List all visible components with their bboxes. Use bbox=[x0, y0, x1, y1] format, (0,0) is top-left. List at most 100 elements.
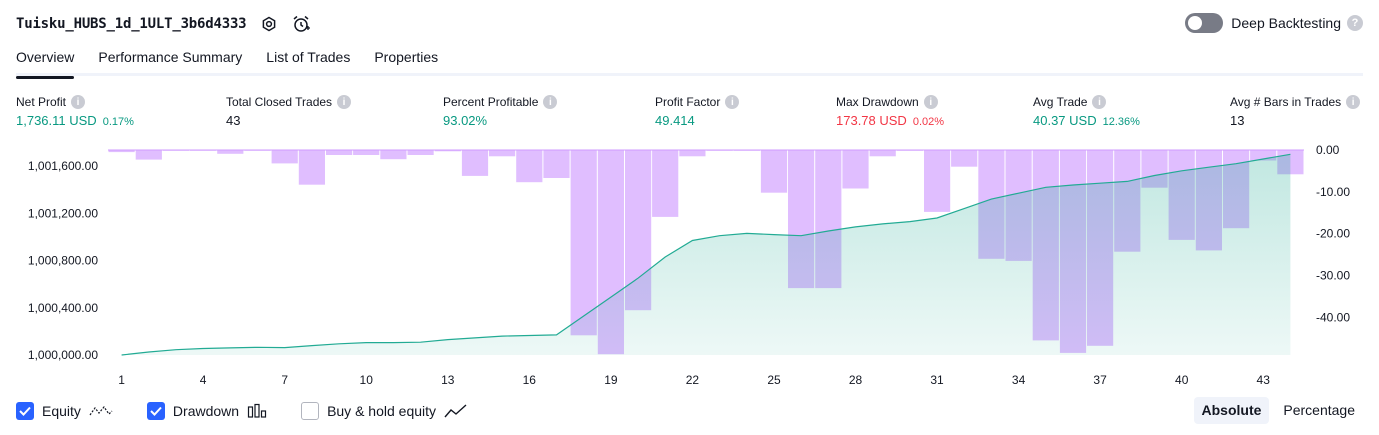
info-icon[interactable]: i bbox=[1092, 95, 1107, 109]
drawdown-bar bbox=[353, 150, 380, 155]
help-icon[interactable]: ? bbox=[1347, 15, 1363, 31]
metric-label: Total Closed Trades bbox=[226, 95, 333, 109]
info-icon[interactable]: i bbox=[543, 95, 558, 109]
legend-buy-hold[interactable]: Buy & hold equity bbox=[301, 402, 468, 420]
left-axis-tick: 1,000,800.00 bbox=[28, 254, 98, 268]
x-axis-tick: 16 bbox=[523, 373, 537, 387]
legend-equity[interactable]: Equity bbox=[16, 402, 113, 420]
metric-profit-factor: Profit Factor i 49.414 bbox=[655, 94, 740, 128]
x-axis-tick: 10 bbox=[360, 373, 374, 387]
metric-sub: 0.02% bbox=[912, 116, 945, 128]
checkbox-icon[interactable] bbox=[301, 402, 320, 420]
x-axis-tick: 37 bbox=[1093, 373, 1107, 387]
drawdown-bar bbox=[652, 150, 679, 217]
buy-hold-glyph-icon bbox=[444, 403, 468, 419]
tab-properties[interactable]: Properties bbox=[374, 46, 438, 76]
metric-sub: 12.36% bbox=[1102, 116, 1140, 128]
x-axis-tick: 40 bbox=[1175, 373, 1189, 387]
metric-value: 43 bbox=[226, 113, 241, 128]
tab-overview[interactable]: Overview bbox=[16, 46, 75, 79]
deep-backtesting-toggle[interactable] bbox=[1185, 13, 1224, 33]
legend-drawdown[interactable]: Drawdown bbox=[146, 402, 267, 420]
metric-value: 49.414 bbox=[655, 113, 695, 128]
drawdown-bar bbox=[298, 150, 325, 185]
x-axis-tick: 34 bbox=[1012, 373, 1026, 387]
info-icon[interactable]: i bbox=[71, 95, 86, 109]
legend-buy-hold-label: Buy & hold equity bbox=[327, 403, 437, 419]
info-icon[interactable]: i bbox=[923, 95, 938, 109]
left-axis-tick: 1,000,400.00 bbox=[28, 301, 98, 315]
alarm-clock-icon[interactable] bbox=[290, 13, 312, 35]
drawdown-bar bbox=[760, 150, 788, 193]
x-axis-tick: 25 bbox=[767, 373, 781, 387]
drawdown-bar bbox=[271, 150, 298, 164]
info-icon[interactable]: i bbox=[337, 95, 352, 109]
drawdown-bar bbox=[896, 150, 923, 151]
chart-legend: Equity Drawdown Buy & hold equity bbox=[16, 400, 502, 422]
percentage-button[interactable]: Percentage bbox=[1275, 397, 1363, 424]
drawdown-bar bbox=[162, 150, 190, 151]
metric-total-closed-trades: Total Closed Trades i 43 bbox=[226, 94, 352, 128]
metric-net-profit: Net Profit i 1,736.11 USD 0.17% bbox=[16, 94, 134, 128]
metric-avg-trade: Avg Trade i 40.37 USD 12.36% bbox=[1033, 94, 1140, 128]
checkbox-icon[interactable] bbox=[16, 402, 34, 420]
drawdown-bar bbox=[407, 150, 434, 155]
metric-value: 1,736.11 USD bbox=[16, 113, 97, 128]
equity-area bbox=[121, 154, 1291, 355]
right-axis-tick: 0.00 bbox=[1316, 143, 1340, 157]
metric-avg-bars: Avg # Bars in Trades i 13 bbox=[1230, 94, 1361, 128]
info-icon[interactable]: i bbox=[1346, 95, 1361, 109]
metric-sub: 0.17% bbox=[102, 116, 134, 128]
metric-label: Profit Factor bbox=[655, 95, 721, 109]
x-axis-tick: 31 bbox=[930, 373, 944, 387]
drawdown-bar bbox=[924, 150, 951, 212]
checkbox-icon[interactable] bbox=[146, 402, 165, 420]
legend-drawdown-label: Drawdown bbox=[172, 403, 240, 419]
x-axis-tick: 43 bbox=[1257, 373, 1271, 387]
metric-value: 173.78 USD bbox=[836, 113, 907, 128]
drawdown-glyph-icon bbox=[247, 403, 267, 419]
drawdown-bar bbox=[217, 150, 244, 154]
deep-backtesting-label: Deep Backtesting bbox=[1231, 15, 1341, 31]
x-axis-tick: 13 bbox=[441, 373, 455, 387]
drawdown-bar bbox=[380, 150, 407, 160]
right-axis-tick: -40.00 bbox=[1316, 310, 1350, 324]
metric-max-drawdown: Max Drawdown i 173.78 USD 0.02% bbox=[836, 94, 944, 128]
drawdown-bar bbox=[135, 150, 162, 160]
drawdown-bar bbox=[570, 150, 597, 336]
metric-label: Avg Trade bbox=[1033, 95, 1088, 109]
tab-performance-summary[interactable]: Performance Summary bbox=[98, 46, 242, 76]
metric-value: 40.37 USD bbox=[1033, 113, 1097, 128]
absolute-button[interactable]: Absolute bbox=[1193, 397, 1270, 424]
drawdown-bar bbox=[461, 150, 489, 176]
x-axis-tick: 4 bbox=[200, 373, 207, 387]
right-axis-tick: -30.00 bbox=[1316, 269, 1350, 283]
x-axis-tick: 19 bbox=[604, 373, 618, 387]
drawdown-bar bbox=[842, 150, 869, 189]
gear-icon[interactable] bbox=[258, 13, 280, 35]
drawdown-bar bbox=[190, 150, 217, 151]
x-axis-tick: 28 bbox=[849, 373, 863, 387]
metric-label: Net Profit bbox=[16, 95, 67, 109]
metric-label: Percent Profitable bbox=[443, 95, 539, 109]
x-axis-tick: 7 bbox=[281, 373, 288, 387]
x-axis-tick: 22 bbox=[686, 373, 700, 387]
drawdown-bar bbox=[489, 150, 516, 157]
metric-label: Avg # Bars in Trades bbox=[1230, 95, 1342, 109]
drawdown-bar bbox=[679, 150, 706, 157]
drawdown-bar bbox=[706, 150, 733, 151]
metric-value: 93.02% bbox=[443, 113, 488, 128]
left-axis-tick: 1,000,000.00 bbox=[28, 348, 98, 362]
strategy-title: Tuisku_HUBS_1d_1ULT_3b6d4333 bbox=[16, 16, 247, 32]
x-axis-tick: 1 bbox=[118, 373, 125, 387]
left-axis-tick: 1,001,200.00 bbox=[28, 206, 98, 220]
info-icon[interactable]: i bbox=[725, 95, 740, 109]
drawdown-bar bbox=[733, 150, 760, 151]
metric-label: Max Drawdown bbox=[836, 95, 919, 109]
equity-drawdown-chart: 1,001,600.00 1,001,200.00 1,000,800.00 1,00… bbox=[28, 143, 1350, 387]
drawdown-bar bbox=[516, 150, 543, 183]
tab-list-of-trades[interactable]: List of Trades bbox=[266, 46, 350, 76]
right-axis-tick: -20.00 bbox=[1316, 227, 1350, 241]
drawdown-bar bbox=[434, 150, 461, 152]
metrics-row: Net Profit i 1,736.11 USD 0.17% Total Clos… bbox=[16, 94, 1363, 134]
